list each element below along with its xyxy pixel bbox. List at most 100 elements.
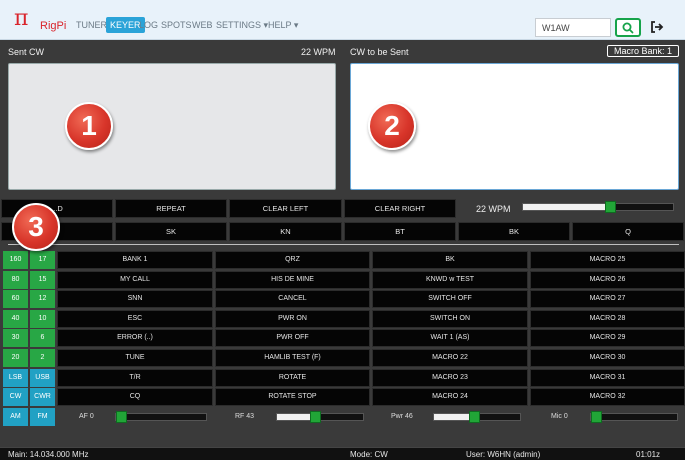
macro-button[interactable]: MACRO 26 (530, 270, 685, 289)
nav-help[interactable]: HELP ▾ (268, 20, 298, 31)
cw-to-send-label: CW to be Sent (350, 47, 409, 57)
mode-button[interactable]: CW (3, 388, 28, 407)
band-button[interactable]: 60 (3, 290, 28, 309)
band-button[interactable]: 10 (30, 309, 55, 328)
callout-badge-1: 1 (65, 102, 113, 150)
bt-button[interactable]: BT (344, 222, 456, 241)
sent-cw-label: Sent CW (8, 47, 45, 57)
slider-thumb[interactable] (469, 411, 481, 423)
nav-log[interactable]: LOG (139, 20, 158, 30)
status-frequency: Main: 14.034.000 MHz (8, 450, 89, 459)
callsign-input[interactable] (535, 18, 611, 37)
macro-button[interactable]: CQ (57, 388, 213, 407)
mic-gain-label: Mic 0 (551, 413, 568, 420)
af-gain-label: AF 0 (79, 413, 94, 420)
mode-button[interactable]: AM (3, 407, 28, 426)
search-icon (622, 22, 634, 34)
sk-button[interactable]: SK (115, 222, 227, 241)
macro-button[interactable]: MACRO 25 (530, 251, 685, 269)
slider-thumb[interactable] (310, 411, 322, 423)
callout-badge-2: 2 (368, 102, 416, 150)
status-time: 01:01z (636, 450, 661, 459)
macro-button[interactable]: MACRO 28 (530, 309, 685, 328)
macro-button[interactable]: PWR ON (215, 309, 370, 328)
macro-button[interactable]: CANCEL (215, 290, 370, 309)
macro-button[interactable]: PWR OFF (215, 329, 370, 348)
nav-tuner[interactable]: TUNER (76, 20, 107, 30)
band-button[interactable]: 80 (3, 270, 28, 289)
macro-button[interactable]: SWITCH ON (372, 309, 528, 328)
macro-button[interactable]: BANK 1 (57, 251, 213, 269)
divider (8, 244, 679, 245)
wpm-slider[interactable] (522, 201, 674, 213)
macro-button[interactable]: BK (372, 251, 528, 269)
slider-fill (434, 414, 470, 420)
band-button[interactable]: 160 (3, 251, 28, 269)
macro-button[interactable]: T/R (57, 368, 213, 387)
band-button[interactable]: 17 (30, 251, 55, 269)
macro-button[interactable]: MACRO 32 (530, 388, 685, 407)
mode-button[interactable]: USB (30, 368, 55, 387)
sent-wpm-readout: 22 WPM (301, 47, 336, 57)
macro-button[interactable]: MACRO 22 (372, 349, 528, 367)
rf-gain-label: RF 43 (235, 413, 255, 420)
macro-button[interactable]: MY CALL (57, 270, 213, 289)
macro-button[interactable]: HAMLIB TEST (F) (215, 349, 370, 367)
power-slider[interactable] (433, 411, 521, 423)
clear-right-button[interactable]: CLEAR RIGHT (344, 199, 456, 218)
macro-button[interactable]: MACRO 23 (372, 368, 528, 387)
nav-web[interactable]: WEB (192, 20, 213, 30)
mic-gain-slider[interactable] (590, 411, 678, 423)
band-button[interactable]: 15 (30, 270, 55, 289)
search-button[interactable] (615, 18, 641, 37)
wpm-slider-fill (523, 204, 605, 210)
macro-button[interactable]: SNN (57, 290, 213, 309)
brand-name[interactable]: RigPi (40, 20, 66, 32)
macro-button[interactable]: ROTATE STOP (215, 388, 370, 407)
slider-thumb[interactable] (116, 411, 127, 423)
slider-thumb[interactable] (591, 411, 602, 423)
macro-button[interactable]: ROTATE (215, 368, 370, 387)
macro-button[interactable]: MACRO 24 (372, 388, 528, 407)
nav-spots[interactable]: SPOTS (161, 20, 192, 30)
band-button[interactable]: 2 (30, 349, 55, 367)
macro-button[interactable]: MACRO 31 (530, 368, 685, 387)
mode-button[interactable]: FM (30, 407, 55, 426)
macro-button[interactable]: TUNE (57, 349, 213, 367)
wpm-slider-thumb[interactable] (604, 201, 616, 213)
macro-bank-badge[interactable]: Macro Bank: 1 (607, 45, 679, 57)
nav-settings[interactable]: SETTINGS ▾ (216, 20, 268, 31)
macro-button[interactable]: MACRO 30 (530, 349, 685, 367)
status-user: User: W6HN (admin) (466, 450, 541, 459)
macro-button[interactable]: KNWD w TEST (372, 270, 528, 289)
sent-cw-textarea[interactable] (8, 63, 336, 190)
logout-button[interactable] (650, 19, 664, 35)
pi-logo-icon[interactable]: π (14, 8, 28, 30)
rf-gain-slider[interactable] (276, 411, 364, 423)
q-button[interactable]: Q (572, 222, 684, 241)
kn-button[interactable]: KN (229, 222, 342, 241)
band-button[interactable]: 12 (30, 290, 55, 309)
status-bar: Main: 14.034.000 MHz Mode: CW User: W6HN… (0, 447, 685, 460)
mode-button[interactable]: LSB (3, 368, 28, 387)
clear-left-button[interactable]: CLEAR LEFT (229, 199, 342, 218)
slider-fill (277, 414, 311, 420)
macro-button[interactable]: MACRO 27 (530, 290, 685, 309)
macro-button[interactable]: HIS DE MINE (215, 270, 370, 289)
macro-button[interactable]: ERROR (..) (57, 329, 213, 348)
band-button[interactable]: 20 (3, 349, 28, 367)
af-gain-slider[interactable] (115, 411, 207, 423)
macro-button[interactable]: MACRO 29 (530, 329, 685, 348)
keyer-wpm-label: 22 WPM (476, 204, 511, 214)
band-button[interactable]: 30 (3, 329, 28, 348)
mode-button[interactable]: CWR (30, 388, 55, 407)
macro-button[interactable]: SWITCH OFF (372, 290, 528, 309)
band-button[interactable]: 6 (30, 329, 55, 348)
band-button[interactable]: 40 (3, 309, 28, 328)
bk-button[interactable]: BK (458, 222, 570, 241)
repeat-button[interactable]: REPEAT (115, 199, 227, 218)
macro-button[interactable]: QRZ (215, 251, 370, 269)
macro-button[interactable]: WAIT 1 (AS) (372, 329, 528, 348)
navbar: π RigPi TUNER KEYER LOG SPOTS WEB SETTIN… (0, 0, 685, 40)
macro-button[interactable]: ESC (57, 309, 213, 328)
